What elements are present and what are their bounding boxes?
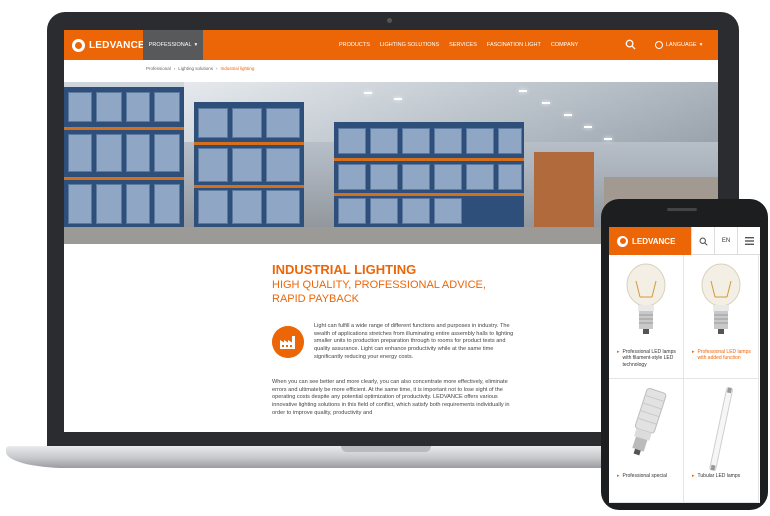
arrow-icon: ▸ — [692, 349, 695, 355]
page-subtitle: HIGH QUALITY, PROFESSIONAL ADVICE, RAPID… — [272, 279, 486, 305]
brand-logo[interactable]: LEDVANCE — [72, 38, 145, 52]
language-label: LANGUAGE — [666, 42, 697, 48]
product-label: Professional LED lamps with filament-sty… — [622, 349, 676, 368]
menu-icon — [744, 237, 754, 245]
arrow-icon: ▸ — [617, 349, 620, 355]
product-card[interactable]: ▸ Professional LED lamps with filament-s… — [609, 255, 684, 379]
chevron-down-icon: ▾ — [699, 42, 703, 48]
breadcrumb-item[interactable]: Professional — [146, 66, 171, 71]
main-nav: PRODUCTS LIGHTING SOLUTIONS SERVICES FAS… — [339, 30, 578, 60]
logo-icon — [72, 38, 85, 52]
nav-item-fascination-light[interactable]: FASCINATION LIGHT — [487, 42, 541, 48]
body-paragraph: When you can see better and more clearly… — [272, 379, 510, 416]
nav-item-lighting-solutions[interactable]: LIGHTING SOLUTIONS — [380, 42, 439, 48]
brand-name: LEDVANCE — [632, 236, 676, 246]
product-card[interactable]: ▸ Professional LED lamps with added func… — [684, 255, 759, 379]
product-card[interactable]: ▸ Professional special — [609, 379, 684, 503]
mobile-language-button[interactable]: EN — [714, 227, 737, 255]
product-grid: ▸ Professional LED lamps with filament-s… — [609, 255, 760, 503]
laptop-notch — [341, 446, 431, 452]
breadcrumb: Professional › Lighting solutions › Indu… — [146, 66, 255, 71]
product-label: Professional LED lamps with added functi… — [697, 349, 751, 362]
product-label: Tubular LED lamps — [697, 473, 741, 479]
professional-menu-button[interactable]: PROFESSIONAL ▾ — [143, 30, 203, 60]
bulb-icon — [632, 387, 667, 456]
logo-icon — [617, 235, 628, 247]
product-label: Professional special — [622, 473, 667, 479]
tube-icon — [709, 387, 734, 471]
page-title: INDUSTRIAL LIGHTING — [272, 262, 417, 277]
arrow-icon: ▸ — [692, 473, 695, 479]
mobile-header: LEDVANCE EN — [609, 227, 760, 255]
site-header: LEDVANCE PROFESSIONAL ▾ PRODUCTS LIGHTIN… — [64, 30, 718, 60]
breadcrumb-current: Industrial lighting — [220, 66, 255, 71]
professional-label: PROFESSIONAL — [148, 42, 192, 48]
speaker — [667, 208, 697, 211]
nav-item-products[interactable]: PRODUCTS — [339, 42, 370, 48]
bulb-icon — [626, 263, 666, 334]
smartphone: LEDVANCE EN ▸ Professional LED lamps wit… — [601, 199, 768, 510]
language-code: EN — [721, 238, 731, 244]
search-icon[interactable] — [625, 39, 636, 50]
intro-paragraph: Light can fulfill a wide range of differ… — [314, 323, 514, 360]
factory-icon — [272, 326, 304, 358]
globe-icon — [655, 41, 663, 49]
camera-icon — [387, 18, 392, 23]
bulb-icon — [701, 263, 741, 334]
product-card[interactable]: ▸ Tubular LED lamps — [684, 379, 759, 503]
brand-name: LEDVANCE — [89, 39, 145, 51]
language-selector[interactable]: LANGUAGE ▾ — [655, 30, 702, 60]
search-icon — [699, 237, 708, 246]
breadcrumb-item[interactable]: Lighting solutions — [178, 66, 213, 71]
mobile-search-button[interactable] — [691, 227, 714, 255]
nav-item-company[interactable]: COMPANY — [551, 42, 578, 48]
phone-screen: LEDVANCE EN ▸ Professional LED lamps wit… — [609, 227, 760, 503]
nav-item-services[interactable]: SERVICES — [449, 42, 477, 48]
chevron-down-icon: ▾ — [194, 42, 198, 48]
brand-logo[interactable]: LEDVANCE — [609, 227, 691, 255]
arrow-icon: ▸ — [617, 473, 620, 479]
device-mockup: LEDVANCE PROFESSIONAL ▾ PRODUCTS LIGHTIN… — [0, 0, 770, 516]
menu-button[interactable] — [737, 227, 760, 255]
